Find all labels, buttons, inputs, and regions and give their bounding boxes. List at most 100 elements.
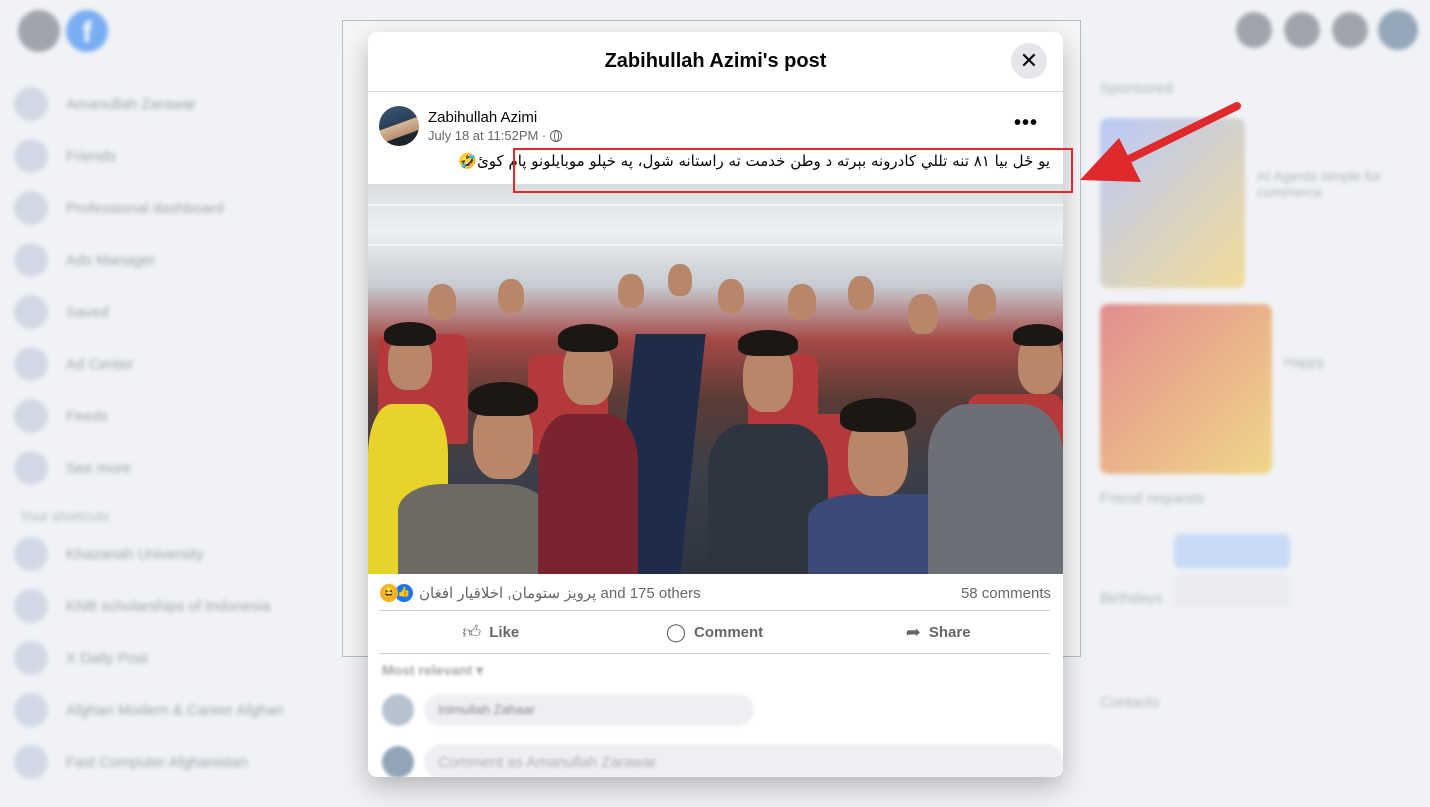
passenger [538,414,638,574]
menu-icon[interactable] [18,10,60,52]
post-header: Zabihullah Azimi July 18 at 11:52PM · ••… [379,104,1052,148]
shortcut-item[interactable]: Fast Computer Afghanistan [14,736,334,788]
comment-label: Comment [694,623,764,641]
ad-image [1100,304,1272,474]
shortcuts-heading: Your shortcuts [20,508,109,524]
chevron-down-icon [14,451,48,485]
highlight-box [513,148,1073,193]
reactions-bar: 😆 👍 پرویز ستومان, اخلاقیار افغان and 175… [380,581,1051,605]
sidebar-item[interactable]: Ad Center [14,338,334,390]
sidebar-item[interactable]: Amanullah Zarawar [14,78,334,130]
delete-button[interactable] [1174,573,1290,607]
more-options-button[interactable]: ••• [1014,112,1038,135]
sidebar-item[interactable]: Saved [14,286,334,338]
post-meta: July 18 at 11:52PM · [428,128,563,143]
current-user-avatar [382,746,414,777]
passenger-hair [840,398,916,432]
passenger-face [498,279,524,313]
ad-card[interactable]: Happy [1100,304,1420,474]
commenter-avatar[interactable] [382,694,414,726]
annotation-arrow-icon [1080,102,1241,182]
cabin-ceiling [368,244,1063,246]
group-icon [14,537,48,571]
passenger-hair [738,330,798,356]
friend-requests-heading: Friend requests [1100,490,1205,507]
post-modal: Zabihullah Azimi's post ✕ Zabihullah Azi… [368,32,1063,777]
birthday-row [1100,620,1420,694]
post-image[interactable] [368,184,1063,574]
share-button[interactable]: ➦ Share [826,611,1050,653]
passenger-face [968,284,996,320]
friend-request-row [1100,520,1420,607]
passenger-face [668,264,692,296]
passenger-face [848,276,874,310]
passenger-face [428,284,456,320]
passenger-face [788,284,816,320]
passenger [928,404,1063,574]
modal-title: Zabihullah Azimi's post [604,50,827,72]
post-actions: 👍︎ Like ◯ Comment ➦ Share [379,610,1050,654]
comment-input[interactable] [424,744,1063,777]
group-icon [14,745,48,779]
comment-bubble: Inimullah Zahaar [424,694,754,726]
shortcut-item[interactable]: KNB scholarships of Indonesia [14,580,334,632]
confirm-button[interactable] [1174,534,1290,568]
saved-icon [14,295,48,329]
passenger-face [718,279,744,313]
passenger-hair [1013,324,1063,346]
modal-header: Zabihullah Azimi's post ✕ [368,32,1063,92]
thumbs-up-icon: 👍︎ [462,622,482,642]
author-avatar[interactable] [379,106,419,146]
comment-sort-dropdown[interactable]: Most relevant ▾ [382,662,483,679]
sidebar-item[interactable]: See more [14,442,334,494]
shortcut-item[interactable]: Khazanah University [14,528,334,580]
passenger-face [908,294,938,334]
passenger-face [618,274,644,308]
passenger [398,484,548,574]
profile-avatar[interactable] [1378,10,1418,50]
contacts-heading: Contacts [1100,694,1160,711]
messenger-icon[interactable] [1284,12,1320,48]
author-name[interactable]: Zabihullah Azimi [428,109,562,126]
post-timestamp[interactable]: July 18 at 11:52PM · [428,128,546,143]
facebook-logo[interactable]: f [66,10,108,52]
reactors-summary[interactable]: پرویز ستومان, اخلاقیار افغان and 175 oth… [419,584,701,602]
shortcut-item[interactable]: X Daily Post [14,632,334,684]
group-icon [14,693,48,727]
comment-row: Inimullah Zahaar [382,694,754,726]
group-icon [14,589,48,623]
like-button[interactable]: 👍︎ Like [379,611,603,653]
menu-grid-icon[interactable] [1236,12,1272,48]
sidebar-item[interactable]: Professional dashboard [14,182,334,234]
share-label: Share [928,623,971,641]
left-sidebar: Amanullah Zarawar Friends Professional d… [14,78,334,788]
share-icon: ➦ [905,621,921,642]
comments-section: Most relevant ▾ Inimullah Zahaar [368,654,1063,777]
notifications-icon[interactable] [1332,12,1368,48]
dashboard-icon [14,191,48,225]
cabin-ceiling [368,204,1063,206]
ads-manager-icon [14,243,48,277]
close-icon: ✕ [1019,48,1039,73]
haha-reaction-icon[interactable]: 😆 [380,584,398,602]
sidebar-item[interactable]: Friends [14,130,334,182]
group-icon [14,641,48,675]
shortcut-item[interactable]: Afghan Modern & Career Afghan [14,684,334,736]
user-avatar-icon [14,87,48,121]
feeds-icon [14,399,48,433]
sidebar-item[interactable]: Ads Manager [14,234,334,286]
author-info: Zabihullah Azimi July 18 at 11:52PM · [428,109,563,143]
ad-center-icon [14,347,48,381]
sidebar-item[interactable]: Feeds [14,390,334,442]
passenger-hair [468,382,538,416]
friends-icon [14,139,48,173]
passenger-hair [384,322,436,346]
passenger-hair [558,324,618,352]
comment-icon: ◯ [665,621,686,642]
comments-count[interactable]: 58 comments [961,585,1051,602]
comment-button[interactable]: ◯ Comment [603,611,827,653]
like-label: Like [489,623,520,641]
comment-composer [382,744,1063,777]
close-button[interactable]: ✕ [1011,43,1047,79]
globe-icon [550,129,563,142]
